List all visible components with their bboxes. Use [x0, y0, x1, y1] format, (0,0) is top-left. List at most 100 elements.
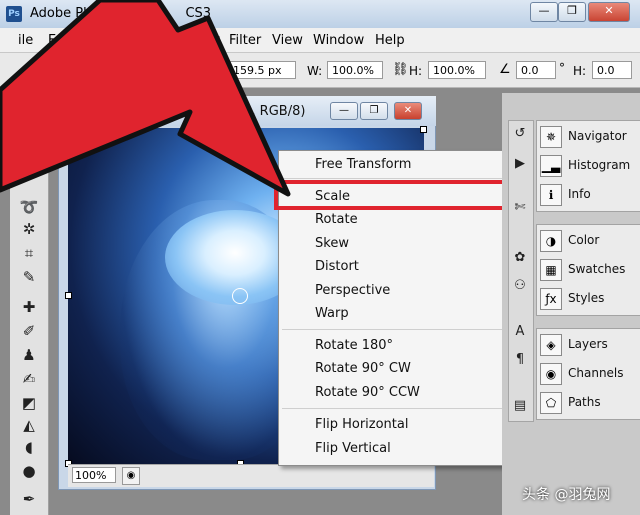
menu-rotate[interactable]: Rotate	[315, 212, 358, 227]
panel-histogram[interactable]: Histogram	[568, 158, 630, 172]
channels-icon: ◉	[540, 363, 562, 385]
doc-maximize-button[interactable]: ❐	[360, 102, 388, 120]
link-icon[interactable]: ⛓	[392, 62, 409, 77]
delta-icon: Δ	[190, 62, 200, 78]
menu-warp[interactable]: Warp	[315, 306, 349, 321]
panel-layers[interactable]: Layers	[568, 337, 608, 351]
app-title: Adobe Pho CS3	[30, 6, 211, 21]
menu-distort[interactable]: Distort	[315, 259, 359, 274]
photoshop-logo: Ps	[14, 120, 46, 146]
blur-tool-icon[interactable]: ◖	[18, 436, 40, 458]
width-label: W:	[307, 64, 323, 78]
menu-view[interactable]: View	[272, 33, 303, 48]
app-title-suffix: CS3	[185, 6, 212, 21]
eraser-tool-icon[interactable]: ◩	[18, 392, 40, 414]
history-panel-icon[interactable]: ↺	[510, 124, 530, 144]
color-icon: ◑	[540, 230, 562, 252]
info-icon: ℹ	[540, 184, 562, 206]
y-position-field[interactable]: 159.5 px	[228, 61, 296, 79]
height-label: H:	[409, 64, 423, 78]
menu-rotate-180[interactable]: Rotate 180°	[315, 338, 393, 353]
menu-flip-vertical[interactable]: Flip Vertical	[315, 441, 391, 456]
paths-icon: ⬠	[540, 392, 562, 414]
maximize-button[interactable]: ❐	[558, 2, 586, 22]
brushes-panel-icon[interactable]: ✿	[510, 248, 530, 268]
menu-image[interactable]: Im	[84, 33, 101, 48]
panel-paths[interactable]: Paths	[568, 395, 601, 409]
navigator-icon: ✵	[540, 126, 562, 148]
menu-help[interactable]: Help	[375, 33, 405, 48]
status-menu-icon[interactable]: ◉	[122, 467, 140, 485]
y-label: Y:	[209, 64, 219, 78]
angle-icon: ∠	[499, 62, 511, 77]
dodge-tool-icon[interactable]: ●	[18, 460, 40, 482]
menu-file[interactable]: ile	[18, 33, 33, 48]
actions-panel-icon[interactable]: ▶	[510, 154, 530, 174]
panel-color[interactable]: Color	[568, 233, 599, 247]
transform-handle[interactable]	[65, 126, 72, 133]
watermark: 头条 @羽兔网	[522, 487, 611, 503]
minimize-icon: —	[538, 4, 550, 17]
tool-presets-icon[interactable]: ✄	[510, 198, 530, 218]
panel-styles[interactable]: Styles	[568, 291, 604, 305]
transform-handle[interactable]	[65, 292, 72, 299]
layers-icon: ◈	[540, 334, 562, 356]
transform-center-point[interactable]	[232, 288, 248, 304]
maximize-icon: ❐	[567, 4, 577, 17]
menu-layer[interactable]: er	[150, 33, 163, 48]
crop-tool-icon[interactable]: ⌗	[18, 242, 40, 264]
degree-unit: °	[559, 61, 565, 75]
character-panel-icon[interactable]: A	[510, 322, 530, 342]
height-field[interactable]: 100.0%	[428, 61, 486, 79]
menu-free-transform[interactable]: Free Transform	[315, 157, 411, 172]
menu-separator	[282, 178, 506, 179]
menu-filter[interactable]: Filter	[229, 33, 261, 48]
rotation-field[interactable]: 0.0	[516, 61, 556, 79]
swatches-icon: ▦	[540, 259, 562, 281]
paragraph-panel-icon[interactable]: ¶	[510, 350, 530, 370]
menu-rotate-90-ccw[interactable]: Rotate 90° CCW	[315, 385, 420, 400]
paint-bucket-icon[interactable]: ◭	[18, 414, 40, 436]
zoom-field[interactable]: 100%	[72, 467, 116, 483]
skew-field[interactable]: 0.0	[592, 61, 632, 79]
transform-handle[interactable]	[237, 126, 244, 133]
doc-maximize-icon: ❐	[369, 105, 379, 116]
doc-close-button[interactable]: ✕	[394, 102, 422, 120]
move-tool-icon[interactable]: ✥	[18, 148, 40, 170]
clone-source-icon[interactable]: ⚇	[510, 276, 530, 296]
styles-icon: ƒx	[540, 288, 562, 310]
menu-separator	[282, 329, 506, 330]
panel-swatches[interactable]: Swatches	[568, 262, 625, 276]
brush-tool-icon[interactable]: ✐	[18, 320, 40, 342]
history-brush-icon[interactable]: ✍	[18, 368, 40, 390]
panel-navigator[interactable]: Navigator	[568, 129, 627, 143]
menu-edit[interactable]: Edit	[48, 33, 73, 48]
menu-perspective[interactable]: Perspective	[315, 283, 390, 298]
menu-window[interactable]: Window	[313, 33, 364, 48]
width-field[interactable]: 100.0%	[327, 61, 383, 79]
magic-wand-icon[interactable]: ✲	[18, 218, 40, 240]
menu-flip-horizontal[interactable]: Flip Horizontal	[315, 417, 408, 432]
minimize-button[interactable]: —	[530, 2, 558, 22]
document-title: ayer 0, RGB/8)	[210, 104, 306, 119]
histogram-icon: ▁▃	[540, 155, 562, 177]
menu-skew[interactable]: Skew	[315, 236, 349, 251]
transform-handle[interactable]	[420, 126, 427, 133]
doc-minimize-button[interactable]: —	[330, 102, 358, 120]
pen-tool-icon[interactable]: ✒	[18, 488, 40, 510]
layer-comps-icon[interactable]: ▤	[510, 396, 530, 416]
photoshop-app-icon: Ps	[6, 6, 22, 22]
panel-info[interactable]: Info	[568, 187, 591, 201]
menu-rotate-90-cw[interactable]: Rotate 90° CW	[315, 361, 411, 376]
healing-brush-icon[interactable]: ✚	[18, 296, 40, 318]
panel-channels[interactable]: Channels	[568, 366, 624, 380]
menu-separator	[282, 408, 506, 409]
clone-stamp-icon[interactable]: ♟	[18, 344, 40, 366]
lasso-tool-icon[interactable]: ➰	[18, 196, 40, 218]
slice-tool-icon[interactable]: ✎	[18, 266, 40, 288]
doc-close-icon: ✕	[403, 105, 413, 116]
app-title-text: Adobe Pho	[30, 6, 100, 21]
close-button[interactable]: ✕	[588, 2, 630, 22]
doc-minimize-icon: —	[339, 105, 349, 116]
menu-select[interactable]: Select	[180, 33, 220, 48]
